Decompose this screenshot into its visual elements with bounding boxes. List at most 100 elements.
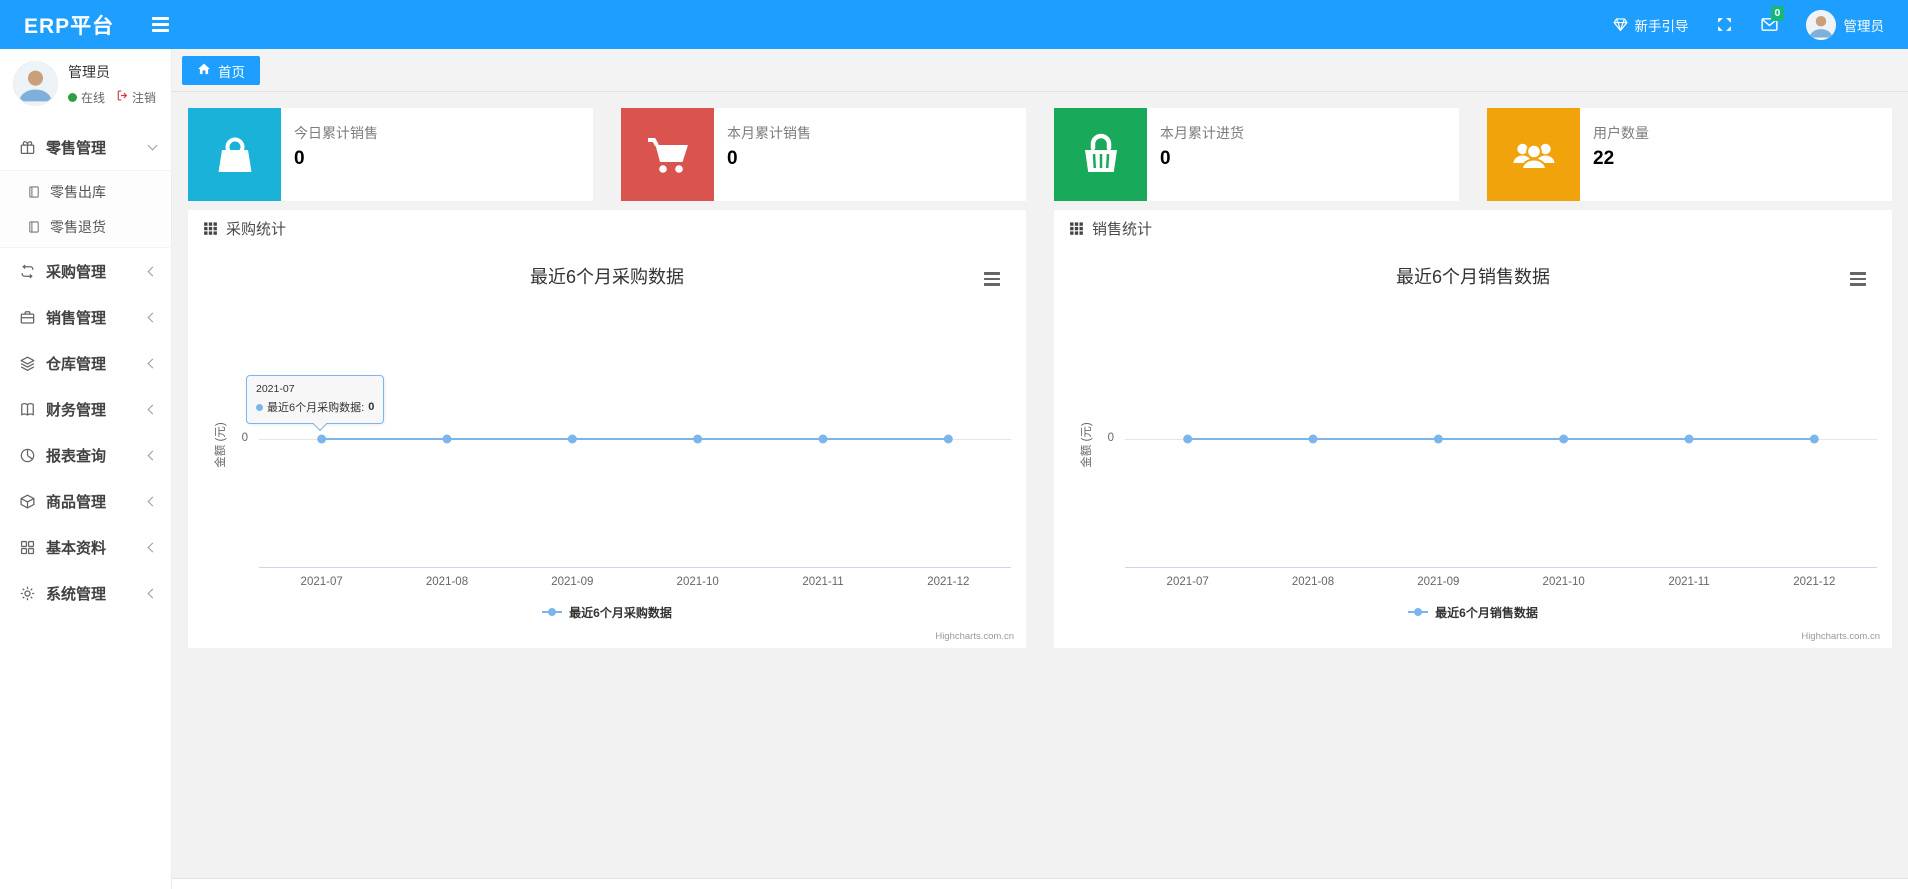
main-area: 首页 今日累计销售 0 本月累计销售 0 本月累计进货 0 用户数量 22 采购统计 最近6个月… [172,49,1908,889]
stat-card-value: 0 [294,148,305,169]
x-axis-label: 2021-07 [300,576,343,588]
tooltip-series-name: 最近6个月采购数据: [267,402,365,414]
sidebar-item-goods[interactable]: 商品管理 [0,478,171,524]
stat-card-label: 本月累计销售 [727,125,811,141]
message-count-badge: 0 [1770,6,1785,21]
chevron-left-icon [147,496,158,506]
th-icon [203,221,218,236]
x-axis-label: 2021-07 [1166,576,1209,588]
footer-bar [172,878,1908,889]
legend-marker-icon [1408,606,1429,620]
guide-button[interactable]: 新手引导 [1612,15,1689,35]
sidebar-item-label: 财务管理 [46,401,107,419]
chevron-left-icon [147,542,158,552]
data-point[interactable] [442,434,452,444]
data-point[interactable] [567,434,577,444]
x-axis-label: 2021-12 [1793,576,1836,588]
legend[interactable]: 最近6个月采购数据 [188,604,1026,621]
x-axis-label: 2021-08 [425,576,469,588]
chevron-left-icon [147,358,158,368]
grid-icon [19,539,36,556]
expand-icon [1716,16,1733,33]
sidebar-item-system[interactable]: 系统管理 [0,570,171,616]
highcharts-credit[interactable]: Highcharts.com.cn [935,631,1014,642]
data-point[interactable] [1308,434,1318,444]
sidebar-item-purchase[interactable]: 采购管理 [0,248,171,294]
plot-area[interactable] [1125,247,1877,577]
stat-card-body: 今日累计销售 0 [281,108,378,201]
sidebar-item-sales[interactable]: 销售管理 [0,294,171,340]
chart-purchase-stats: 最近6个月采购数据 0 金额 (元) 2021-07 2021-08 2021-09 202… [188,247,1026,648]
tab-home[interactable]: 首页 [182,56,260,85]
legend-label: 最近6个月销售数据 [1435,606,1538,620]
data-point[interactable] [693,434,703,444]
chart-sales-stats: 最近6个月销售数据 0 金额 (元) 2021-07 2021-08 2021-09 202… [1054,247,1892,648]
sidebar: 管理员 在线 注销 零售管理 零售出库 零售退货 采购管理 销售管理 仓库管理 财务管理 报表… [0,49,172,889]
data-point[interactable] [317,434,327,444]
sidebar-item-label: 系统管理 [46,585,107,603]
stat-card-label: 用户数量 [1593,125,1649,141]
stat-card-body: 用户数量 22 [1580,108,1649,201]
data-point[interactable] [1183,434,1193,444]
repeat-icon [19,263,36,280]
logout-button[interactable]: 注销 [116,89,156,106]
chevron-left-icon [147,450,158,460]
submenu-retail: 零售出库 零售退货 [0,170,171,248]
cart-icon [621,108,714,201]
tooltip-category: 2021-07 [256,383,295,395]
data-point[interactable] [1809,434,1819,444]
data-point[interactable] [1684,434,1694,444]
stat-card-today-sales: 今日累计销售 0 [188,108,593,201]
x-axis-label: 2021-09 [551,576,594,588]
stat-card-value: 22 [1593,148,1615,169]
chart-tooltip: 2021-07 最近6个月采购数据: 0 [246,375,385,432]
legend[interactable]: 最近6个月销售数据 [1054,604,1892,621]
sidebar-item-basic[interactable]: 基本资料 [0,524,171,570]
panel-sales-stats: 销售统计 最近6个月销售数据 0 金额 (元) 2021-07 2021-08 2021-0… [1054,210,1892,648]
x-axis-label: 2021-11 [1668,576,1710,588]
panel-title: 销售统计 [1092,221,1153,238]
data-point[interactable] [1559,434,1569,444]
chevron-left-icon [147,312,158,322]
sidebar-item-label: 基本资料 [46,539,107,557]
chevron-left-icon [147,266,158,276]
stat-card-month-sales: 本月累计销售 0 [621,108,1026,201]
online-status-label: 在线 [81,90,106,105]
chevron-left-icon [147,404,158,414]
highcharts-credit[interactable]: Highcharts.com.cn [1801,631,1880,642]
box-icon [19,493,36,510]
top-navbar: ERP平台 新手引导 0 管理员 [0,0,1908,49]
data-point[interactable] [1433,434,1443,444]
messages-button[interactable]: 0 [1760,6,1785,34]
sidebar-item-warehouse[interactable]: 仓库管理 [0,340,171,386]
sidebar-item-finance[interactable]: 财务管理 [0,386,171,432]
stat-cards-row: 今日累计销售 0 本月累计销售 0 本月累计进货 0 用户数量 22 [188,108,1892,201]
gift-icon [19,139,36,156]
tooltip-series-row: 最近6个月采购数据: 0 [256,399,374,415]
menu-toggle-icon[interactable] [152,17,170,32]
stat-card-label: 本月累计进货 [1160,125,1244,141]
data-point[interactable] [943,434,953,444]
user-menu[interactable]: 管理员 [1805,9,1885,40]
stat-card-label: 今日累计销售 [294,125,378,141]
data-point[interactable] [818,434,828,444]
sidebar-item-retail[interactable]: 零售管理 [0,124,171,170]
sidebar-item-report[interactable]: 报表查询 [0,432,171,478]
sidebar-item-retail-return[interactable]: 零售退货 [0,209,171,244]
clock-icon [19,447,36,464]
panel-header: 销售统计 [1054,210,1892,247]
app-brand[interactable]: ERP平台 [24,10,114,40]
stat-card-value: 0 [727,148,738,169]
sidebar-item-retail-out[interactable]: 零售出库 [0,174,171,209]
legend-marker-icon [542,606,563,620]
y-axis-title: 金额 (元) [1081,422,1093,468]
tab-strip: 首页 [172,49,1908,92]
stat-card-body: 本月累计进货 0 [1147,108,1244,201]
sidebar-item-label: 商品管理 [46,493,107,511]
x-axis-label: 2021-09 [1417,576,1460,588]
fullscreen-button[interactable] [1716,16,1733,33]
series-line[interactable] [1125,247,1877,577]
stat-card-month-purchase: 本月累计进货 0 [1054,108,1459,201]
user-name: 管理员 [1843,18,1885,34]
avatar [1805,9,1836,40]
